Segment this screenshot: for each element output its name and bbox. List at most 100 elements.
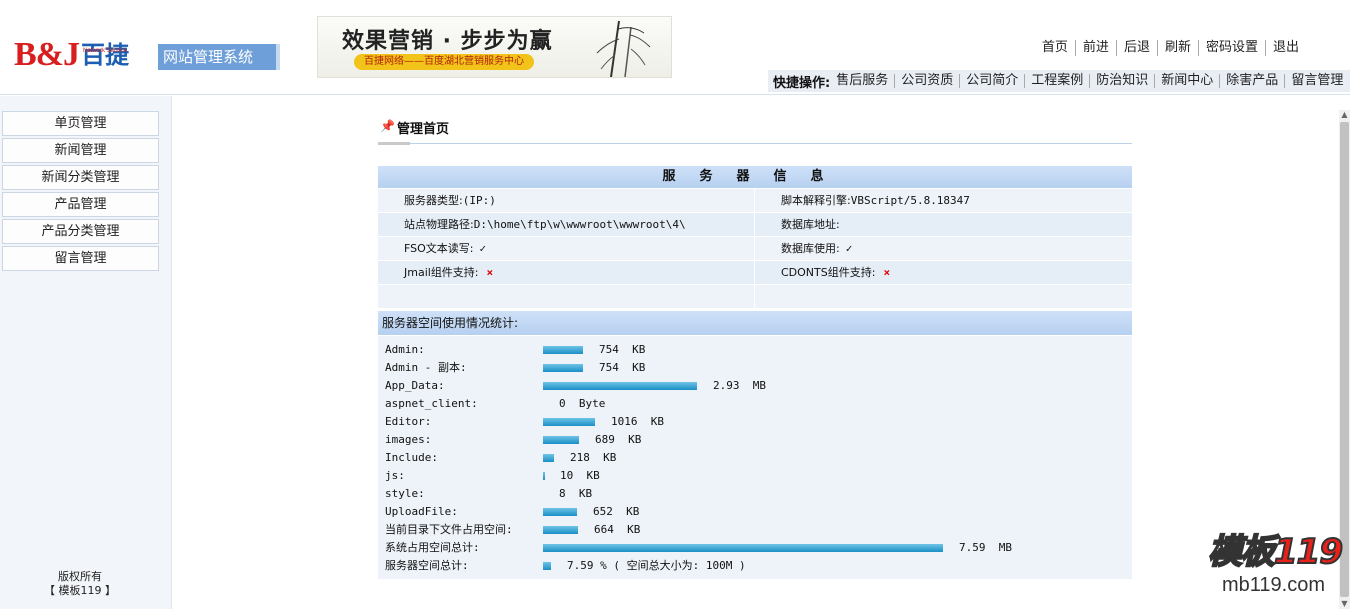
server-type-cell: 服务器类型:(IP:) — [378, 189, 755, 212]
space-row-name: style: — [385, 487, 425, 500]
space-row-value: 8 KB — [559, 487, 593, 500]
sidebar-item-news-category[interactable]: 新闻分类管理 — [2, 165, 159, 190]
space-row: Admin: 754 KB — [385, 341, 1125, 359]
copyright-line2: 【 模板119 】 — [44, 584, 116, 597]
banner-headline: 效果营销 · 步步为赢 — [342, 29, 553, 54]
space-usage-list: Admin: 754 KB Admin - 副本: 754 KB App_Data: 2.… — [378, 336, 1132, 579]
space-row-name: App_Data: — [385, 379, 445, 392]
jmail-cell: Jmail组件支持: × — [378, 261, 755, 284]
jmail-label: Jmail组件支持: — [404, 266, 479, 279]
physical-path-value: D:\home\ftp\w\wwwroot\wwwroot\4\ — [473, 218, 686, 231]
check-icon: ✓ — [845, 242, 853, 255]
space-row: 服务器空间总计: 7.59 % ( 空间总大小为: 100M ) — [385, 557, 1125, 575]
header: B&J Network Service 百捷 网站管理系统 效果营销 · 步步为… — [0, 0, 1350, 95]
space-usage-bar — [543, 526, 578, 534]
sidebar-item-news[interactable]: 新闻管理 — [2, 138, 159, 163]
space-row-value: 10 KB — [560, 469, 600, 482]
nav-home[interactable]: 首页 — [1035, 40, 1075, 56]
quick-link-knowledge[interactable]: 防治知识 — [1089, 74, 1154, 88]
banner: 效果营销 · 步步为赢 百捷网络——百度湖北营销服务中心 — [317, 16, 672, 78]
banner-subline: 百捷网络——百度湖北营销服务中心 — [354, 54, 534, 70]
copyright: 版权所有 【 模板119 】 — [0, 570, 160, 598]
cdonts-cell: CDONTS组件支持: × — [755, 261, 1132, 284]
logo-mark: B&J — [14, 36, 80, 73]
sidebar-item-products[interactable]: 产品管理 — [2, 192, 159, 217]
nav-forward[interactable]: 前进 — [1074, 40, 1116, 56]
cross-icon: × — [883, 266, 891, 279]
space-row: 当前目录下文件占用空间: 664 KB — [385, 521, 1125, 539]
watermark-url: mb119.com — [1222, 574, 1326, 596]
logo-text: B&J — [14, 36, 80, 73]
server-info-table: 服务器信息 服务器类型:(IP:) 脚本解释引擎:VBScript/5.8.18… — [378, 166, 1132, 308]
cross-icon: × — [486, 266, 494, 279]
script-engine-value: VBScript/5.8.18347 — [850, 194, 970, 207]
quick-link-profile[interactable]: 公司简介 — [959, 74, 1024, 88]
space-row-name: 当前目录下文件占用空间: — [385, 523, 513, 536]
space-row-name: UploadFile: — [385, 505, 458, 518]
space-usage-bar — [543, 544, 943, 552]
watermark-logo: 模板119 — [1207, 524, 1344, 573]
space-row-value: 0 Byte — [559, 397, 606, 410]
nav-refresh[interactable]: 刷新 — [1156, 40, 1198, 56]
db-use-cell: 数据库使用: ✓ — [755, 237, 1132, 260]
table-row: 服务器类型:(IP:) 脚本解释引擎:VBScript/5.8.18347 — [378, 188, 1132, 212]
space-row-name: images: — [385, 433, 432, 446]
space-usage-bar — [543, 454, 554, 462]
logo-small-text: Network Service — [83, 48, 127, 54]
script-engine-cell: 脚本解释引擎:VBScript/5.8.18347 — [755, 189, 1132, 212]
sidebar-item-single-page[interactable]: 单页管理 — [2, 111, 159, 136]
space-row-value: 218 KB — [570, 451, 617, 464]
nav-password[interactable]: 密码设置 — [1197, 40, 1265, 56]
space-row: UploadFile: 652 KB — [385, 503, 1125, 521]
sidebar-menu: 单页管理 新闻管理 新闻分类管理 产品管理 产品分类管理 留言管理 — [2, 111, 159, 273]
quick-link-qualification[interactable]: 公司资质 — [894, 74, 959, 88]
empty-cell — [378, 285, 755, 308]
space-row-name: Admin - 副本: — [385, 361, 467, 374]
quick-bar: 快捷操作: 售后服务 公司资质 公司简介 工程案例 防治知识 新闻中心 除害产品… — [768, 70, 1350, 92]
scroll-up-arrow-icon[interactable]: ▲ — [1340, 110, 1349, 120]
space-row-value: 754 KB — [599, 361, 646, 374]
space-row-value: 664 KB — [594, 523, 641, 536]
quick-link-products[interactable]: 除害产品 — [1219, 74, 1284, 88]
quick-link-after-sales[interactable]: 售后服务 — [834, 74, 894, 88]
space-usage-heading: 服务器空间使用情况统计: — [378, 311, 1132, 335]
top-nav: 首页 前进 后退 刷新 密码设置 退出 — [1035, 40, 1306, 56]
watermark-logo-text: 模板 — [1207, 531, 1276, 573]
nav-logout[interactable]: 退出 — [1264, 40, 1306, 56]
system-title: 网站管理系统 — [158, 44, 280, 70]
sidebar-item-product-category[interactable]: 产品分类管理 — [2, 219, 159, 244]
table-row: 站点物理路径:D:\home\ftp\w\wwwroot\wwwroot\4\ … — [378, 212, 1132, 236]
db-address-cell: 数据库地址: — [755, 213, 1132, 236]
space-row-name: 系统占用空间总计: — [385, 541, 480, 554]
space-row-name: js: — [385, 469, 405, 482]
nav-back[interactable]: 后退 — [1115, 40, 1157, 56]
server-type-label: 服务器类型: — [404, 194, 463, 207]
logo[interactable]: B&J Network Service 百捷 — [14, 38, 129, 72]
space-row: aspnet_client: 0 Byte — [385, 395, 1125, 413]
page-title-bar: 📌 管理首页 — [378, 112, 1132, 145]
fso-label: FSO文本读写: — [404, 242, 474, 255]
physical-path-cell: 站点物理路径:D:\home\ftp\w\wwwroot\wwwroot\4\ — [378, 213, 755, 236]
quick-link-cases[interactable]: 工程案例 — [1024, 74, 1089, 88]
space-row-value: 2.93 MB — [713, 379, 766, 392]
sidebar-item-messages[interactable]: 留言管理 — [2, 246, 159, 271]
space-usage-bar — [543, 418, 595, 426]
space-row-name: 服务器空间总计: — [385, 559, 469, 572]
space-row: Include: 218 KB — [385, 449, 1125, 467]
server-type-value: (IP:) — [462, 194, 496, 207]
space-row-value: 754 KB — [599, 343, 646, 356]
fso-cell: FSO文本读写: ✓ — [378, 237, 755, 260]
physical-path-label: 站点物理路径: — [404, 218, 474, 231]
empty-cell — [755, 285, 1132, 308]
space-row-name: aspnet_client: — [385, 397, 478, 410]
space-usage-bar — [543, 508, 577, 516]
server-info-heading: 服务器信息 — [378, 166, 1132, 188]
logo-cn-text: Network Service 百捷 — [81, 38, 129, 72]
quick-link-news[interactable]: 新闻中心 — [1154, 74, 1219, 88]
space-row-value: 7.59 % ( 空间总大小为: 100M ) — [567, 559, 746, 572]
space-row-name: Admin: — [385, 343, 425, 356]
quick-link-messages[interactable]: 留言管理 — [1284, 74, 1349, 88]
space-row: style: 8 KB — [385, 485, 1125, 503]
space-row-name: Include: — [385, 451, 438, 464]
space-usage-bar — [543, 382, 697, 390]
